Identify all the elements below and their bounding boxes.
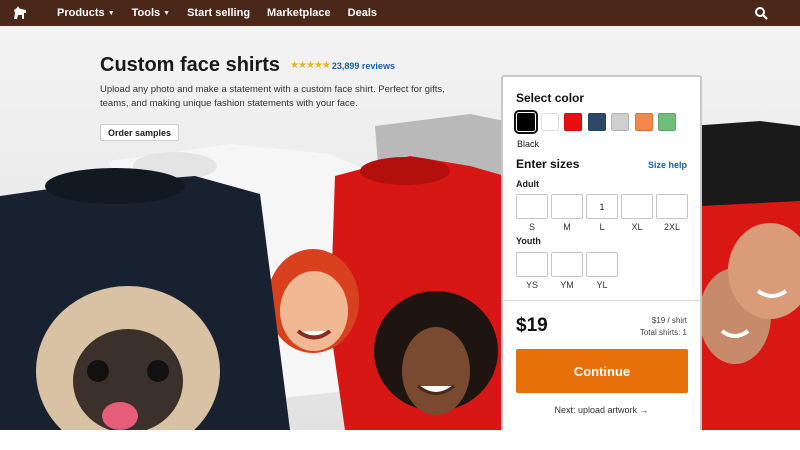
- price-per-shirt: $19 / shirt: [651, 316, 687, 325]
- page-title: Custom face shirts: [100, 54, 281, 76]
- nav-marketplace[interactable]: Marketplace: [267, 7, 331, 19]
- swatch-navy[interactable]: [587, 113, 606, 131]
- nav-products[interactable]: Products ▼: [57, 7, 115, 19]
- swatch-black[interactable]: [514, 110, 538, 134]
- nav-start-selling-label: Start selling: [187, 7, 251, 19]
- nav-products-label: Products: [57, 7, 105, 19]
- nav-deals-label: Deals: [347, 7, 377, 19]
- enter-sizes-heading: Enter sizes: [516, 157, 580, 171]
- size-input-m[interactable]: [551, 194, 583, 219]
- size-input-ym[interactable]: [551, 252, 583, 277]
- panel-divider: [503, 300, 700, 301]
- size-cell-ys: YS: [516, 252, 548, 290]
- size-cell-s: S: [516, 194, 548, 232]
- select-color-heading: Select color: [516, 91, 585, 105]
- size-cell-2xl: 2XL: [656, 194, 688, 232]
- adult-size-row: S M 1 L XL 2XL: [516, 194, 691, 232]
- size-input-xl[interactable]: [621, 194, 653, 219]
- star-rating-icon: ★★★★★: [290, 60, 331, 71]
- caret-down-icon: ▼: [107, 9, 115, 17]
- size-label-xl: XL: [631, 222, 643, 232]
- size-input-ys[interactable]: [516, 252, 548, 277]
- next-step-text: Next: upload artwork →: [554, 405, 649, 415]
- search-icon[interactable]: [754, 6, 768, 20]
- nav-start-selling[interactable]: Start selling: [187, 7, 250, 19]
- total-shirts: Total shirts: 1: [639, 328, 687, 337]
- swatch-gray[interactable]: [611, 113, 629, 131]
- top-nav: Products ▼ Tools ▼ Start selling Marketpla…: [0, 0, 800, 26]
- color-swatches: [514, 110, 682, 134]
- swatch-green[interactable]: [658, 113, 676, 131]
- size-input-s[interactable]: [516, 194, 548, 219]
- swatch-red[interactable]: [564, 113, 582, 131]
- adult-label: Adult: [516, 179, 539, 189]
- nav-tools[interactable]: Tools ▼: [132, 7, 170, 19]
- size-cell-xl: XL: [621, 194, 653, 232]
- size-input-2xl[interactable]: [656, 194, 688, 219]
- size-input-l[interactable]: 1: [586, 194, 618, 219]
- nav-marketplace-label: Marketplace: [267, 7, 331, 19]
- selected-color-name: Black: [517, 139, 540, 149]
- price-total: $19: [516, 315, 548, 336]
- size-label-2xl: 2XL: [663, 222, 680, 232]
- size-help-link[interactable]: Size help: [648, 160, 687, 170]
- swatch-orange[interactable]: [634, 113, 653, 131]
- continue-button[interactable]: Continue: [516, 349, 688, 393]
- order-panel: Select color Black Enter sizes Size help…: [501, 75, 702, 430]
- size-input-yl[interactable]: [586, 252, 618, 277]
- size-label-yl: YL: [596, 280, 608, 290]
- swatch-white[interactable]: [540, 113, 559, 131]
- size-cell-l: 1 L: [586, 194, 618, 232]
- size-label-l: L: [599, 222, 605, 232]
- hero-section: Custom face shirts ★★★★★ 23,899 reviews …: [0, 26, 800, 430]
- youth-label: Youth: [516, 236, 541, 246]
- size-label-m: M: [563, 222, 571, 232]
- size-cell-ym: YM: [551, 252, 583, 290]
- price-breakdown: $19 / shirt Total shirts: 1: [640, 315, 687, 339]
- size-cell-m: M: [551, 194, 583, 232]
- page-below-hero: [0, 430, 800, 450]
- title-row: Custom face shirts ★★★★★ 23,899 reviews: [100, 54, 395, 77]
- nav-tools-label: Tools: [131, 7, 161, 19]
- size-label-s: S: [528, 222, 535, 232]
- nav-deals[interactable]: Deals: [348, 7, 377, 19]
- order-samples-button[interactable]: Order samples: [100, 124, 180, 141]
- reviews-link[interactable]: 23,899 reviews: [332, 61, 395, 71]
- caret-down-icon: ▼: [163, 9, 171, 17]
- size-cell-yl: YL: [586, 252, 618, 290]
- size-label-ym: YM: [560, 280, 574, 290]
- size-label-ys: YS: [525, 280, 538, 290]
- youth-size-row: YS YM YL: [516, 252, 621, 290]
- horse-logo-icon[interactable]: [0, 0, 40, 26]
- page-description: Upload any photo and make a statement wi…: [100, 84, 445, 109]
